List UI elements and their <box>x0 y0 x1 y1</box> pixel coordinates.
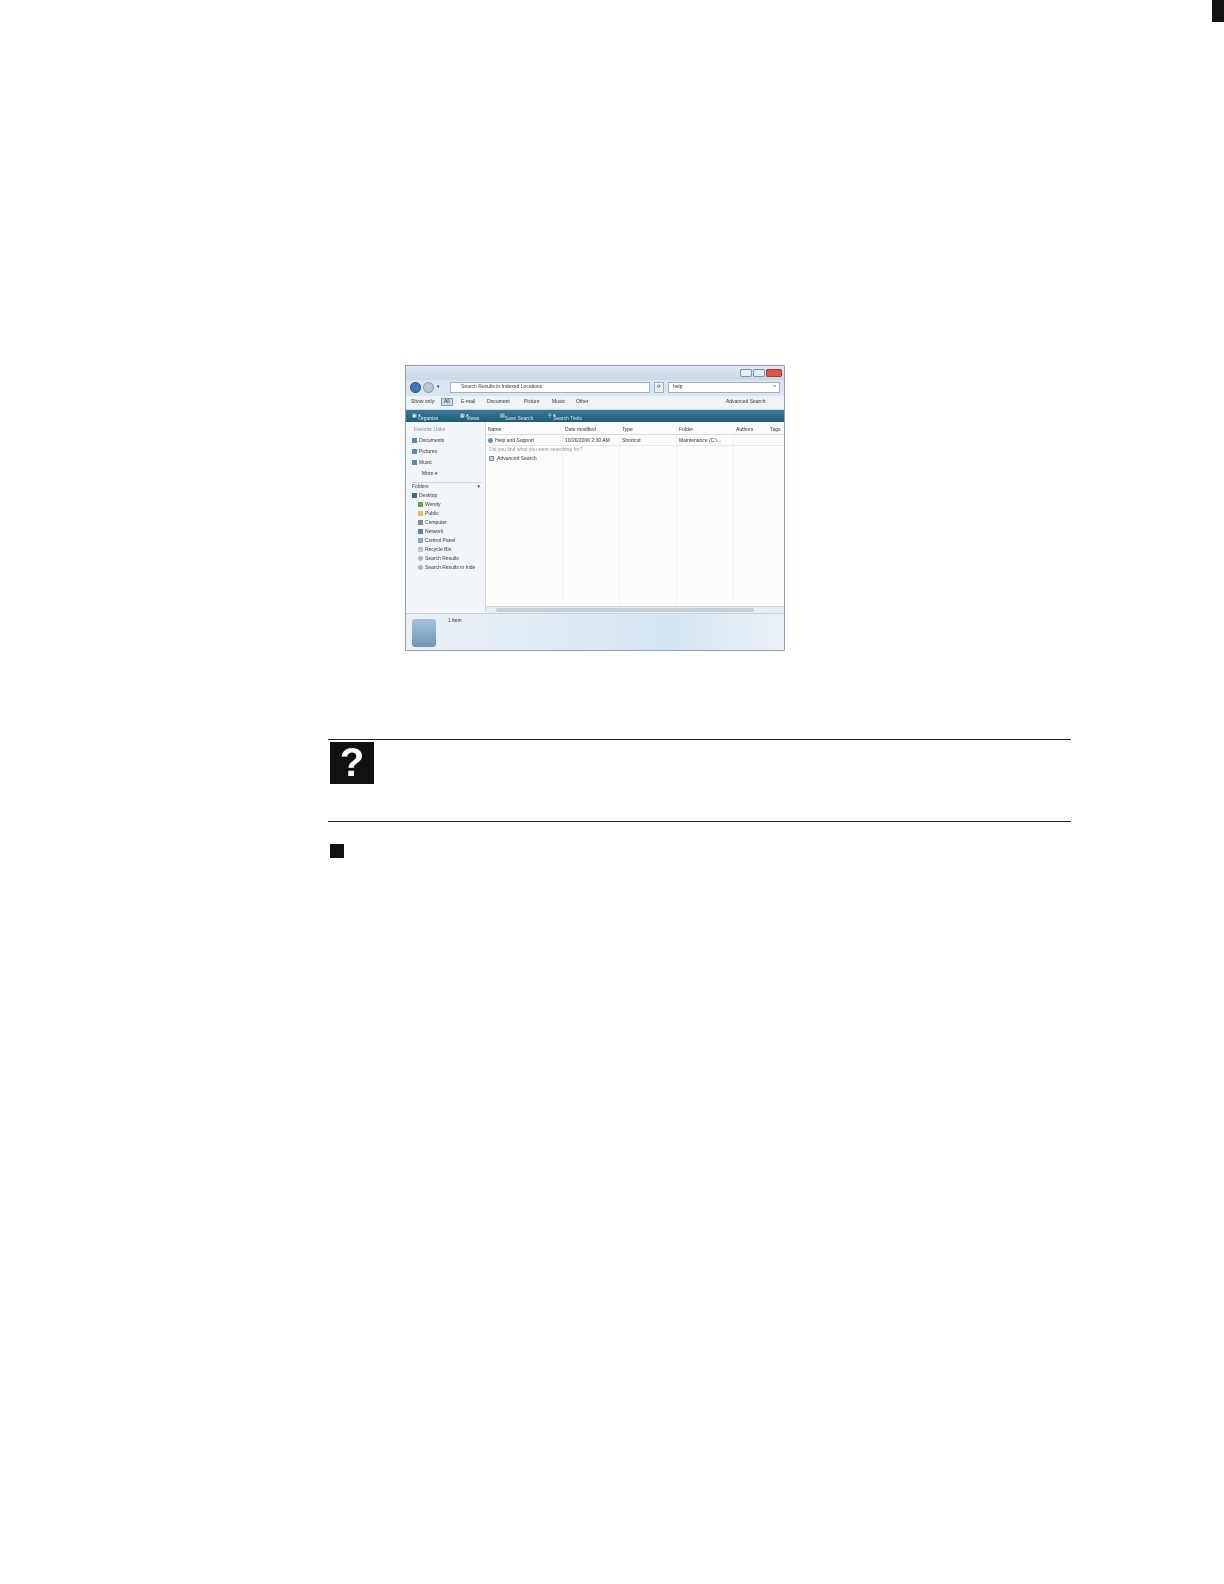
more-favorites-button[interactable]: More ▾ <box>422 471 437 477</box>
folder-computer[interactable]: Computer <box>418 520 447 526</box>
advanced-search-button[interactable]: Advanced Search <box>726 399 765 405</box>
row-divider <box>486 445 784 446</box>
recent-pages-chevron-icon[interactable]: ▾ <box>437 384 440 390</box>
folders-header[interactable]: Folders ▾ <box>412 482 482 490</box>
recycle-bin-icon <box>418 547 423 552</box>
public-folder-icon <box>418 511 423 516</box>
forward-arrow-icon[interactable] <box>423 382 434 393</box>
column-divider <box>676 435 677 603</box>
favorite-links-header: Favorite Links <box>414 427 446 433</box>
column-tags[interactable]: Tags <box>770 427 781 433</box>
column-folder[interactable]: Folder <box>679 427 693 433</box>
search-folder-icon <box>412 619 436 647</box>
search-text: help <box>673 384 683 390</box>
control-panel-icon <box>418 538 423 543</box>
scrollbar-thumb[interactable] <box>496 608 754 612</box>
user-folder-icon <box>418 502 423 507</box>
show-only-label: Show only: <box>411 399 436 405</box>
folder-recycle-bin[interactable]: Recycle Bin <box>418 547 451 553</box>
address-bar-row: ▾ Search Results in Indexed Locations ⟳ … <box>406 380 784 396</box>
maximize-button[interactable] <box>753 369 765 377</box>
folder-search-results[interactable]: Search Results <box>418 556 459 562</box>
address-field[interactable]: Search Results in Indexed Locations <box>450 382 650 393</box>
address-text: Search Results in Indexed Locations <box>461 384 543 390</box>
views-button[interactable]: ▦ Views ▾ <box>460 413 479 422</box>
desktop-icon <box>412 493 417 498</box>
organize-button[interactable]: ▣ Organize ▾ <box>412 413 438 422</box>
navigation-pane: Favorite Links Documents Pictures Music … <box>406 422 486 612</box>
folder-desktop[interactable]: Desktop <box>412 493 437 499</box>
music-icon <box>412 460 417 465</box>
folder-wendy[interactable]: Wendy <box>418 502 440 508</box>
details-pane: 1 item <box>406 613 784 650</box>
search-tools-button[interactable]: ⚲ Search Tools ▾ <box>548 413 582 422</box>
advanced-search-link[interactable]: Advanced Search <box>489 456 537 462</box>
search-input[interactable]: help × <box>668 382 780 393</box>
column-name[interactable]: Name <box>488 427 501 433</box>
computer-icon <box>418 520 423 525</box>
file-list: Name Date modified Type Folder Authors T… <box>486 422 784 612</box>
folder-control-panel[interactable]: Control Panel <box>418 538 455 544</box>
filter-document[interactable]: Document <box>487 399 510 405</box>
filter-picture[interactable]: Picture <box>524 399 540 405</box>
column-type[interactable]: Type <box>622 427 633 433</box>
minimize-button[interactable] <box>740 369 752 377</box>
documents-icon <box>412 438 417 443</box>
search-icon <box>418 556 423 561</box>
command-toolbar: ▣ Organize ▾ ▦ Views ▾ ▤ Save Search ⚲ S… <box>406 410 784 422</box>
close-button[interactable] <box>766 369 782 377</box>
column-authors[interactable]: Authors <box>736 427 753 433</box>
folder-search-results-indexed[interactable]: Search Results in Inde <box>418 565 475 571</box>
note-bottom-rule <box>328 821 1071 822</box>
help-question-icon: ? <box>330 742 374 784</box>
column-divider <box>562 435 563 603</box>
row-name: Help and Support <box>488 438 534 444</box>
page-edge-bar <box>1212 0 1224 22</box>
did-you-find-text: Did you find what you were searching for… <box>489 447 583 453</box>
section-end-mark-icon <box>330 844 344 858</box>
network-icon <box>418 529 423 534</box>
filter-all[interactable]: All <box>441 398 453 406</box>
column-divider <box>733 435 734 603</box>
row-folder: Maintenance (C:\... <box>679 438 722 444</box>
header-divider <box>486 434 784 435</box>
column-divider <box>619 435 620 603</box>
show-only-bar: Show only: All E-mail Document Picture M… <box>406 396 784 410</box>
clear-search-icon[interactable]: × <box>773 383 776 392</box>
folder-network[interactable]: Network <box>418 529 443 535</box>
filter-music[interactable]: Music <box>552 399 565 405</box>
refresh-icon[interactable]: ⟳ <box>654 382 664 393</box>
help-shortcut-icon <box>488 438 493 443</box>
column-date-modified[interactable]: Date modified <box>565 427 596 433</box>
row-date: 10/26/2006 2:30 AM <box>565 438 610 444</box>
favorite-pictures[interactable]: Pictures <box>412 449 437 455</box>
horizontal-scrollbar[interactable] <box>486 606 784 613</box>
search-icon <box>418 565 423 570</box>
advanced-search-icon <box>489 456 494 461</box>
filter-other[interactable]: Other <box>576 399 589 405</box>
item-count: 1 item <box>448 618 462 624</box>
folder-public[interactable]: Public <box>418 511 439 517</box>
row-type: Shortcut <box>622 438 641 444</box>
save-search-button[interactable]: ▤ Save Search <box>500 413 533 422</box>
pictures-icon <box>412 449 417 454</box>
favorite-documents[interactable]: Documents <box>412 438 444 444</box>
filter-email[interactable]: E-mail <box>461 399 475 405</box>
title-bar <box>406 366 784 380</box>
favorite-music[interactable]: Music <box>412 460 432 466</box>
explorer-window: ▾ Search Results in Indexed Locations ⟳ … <box>405 365 785 651</box>
back-arrow-icon[interactable] <box>410 382 421 393</box>
chevron-down-icon: ▾ <box>477 484 480 490</box>
note-top-rule <box>328 739 1071 740</box>
